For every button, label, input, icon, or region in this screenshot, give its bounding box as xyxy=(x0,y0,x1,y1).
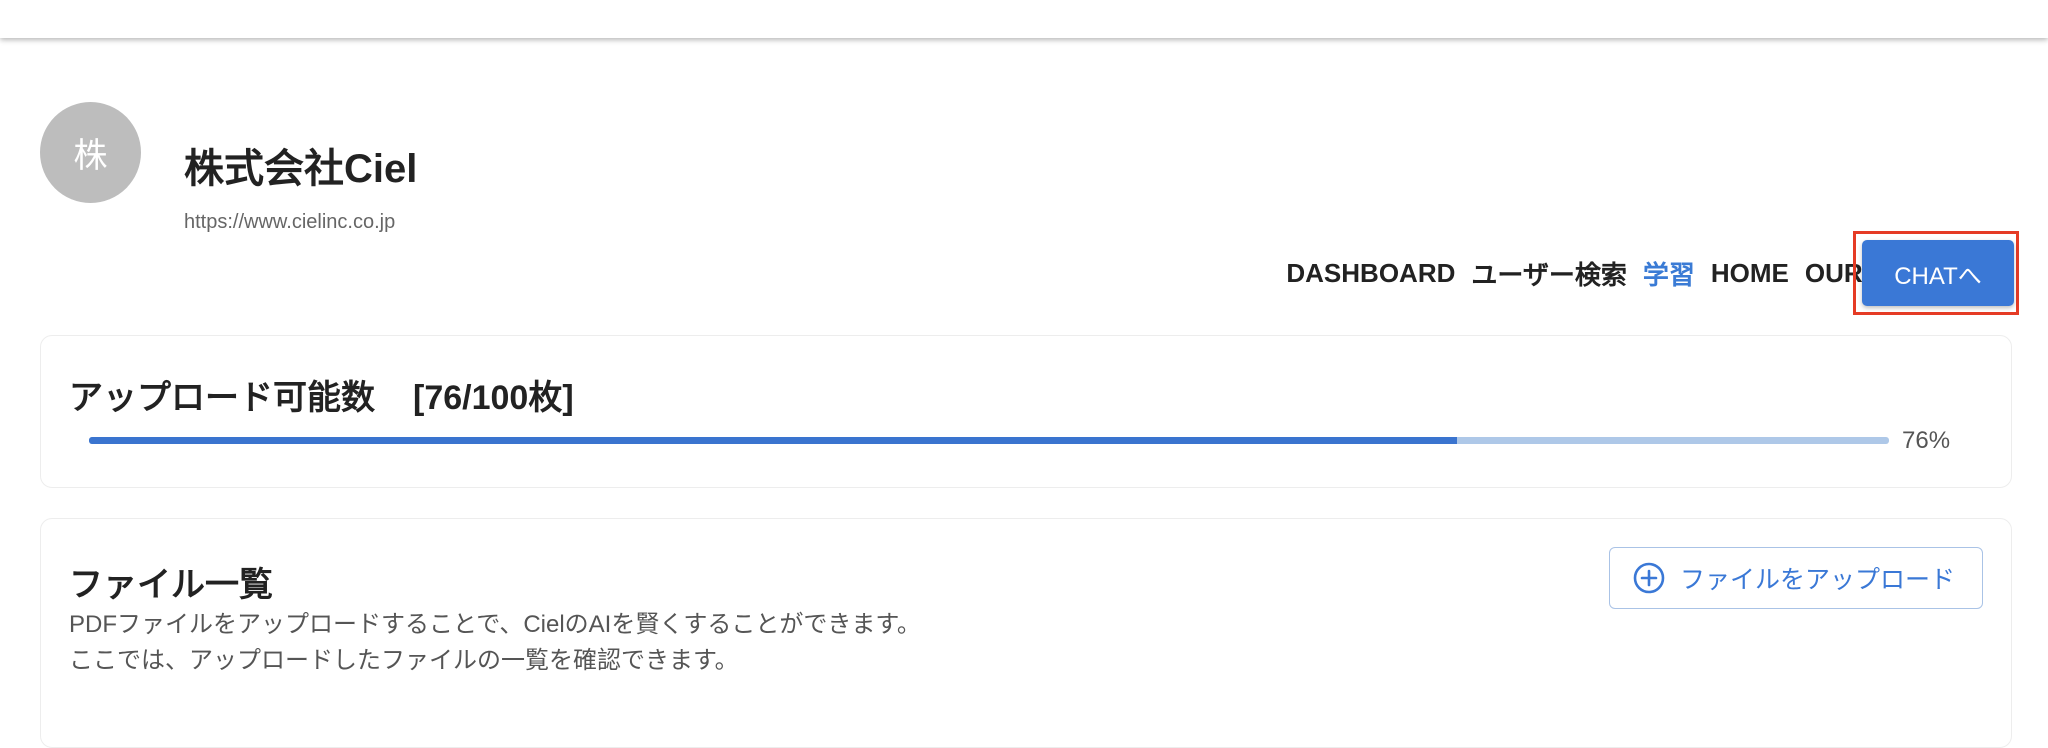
file-list-card: ファイル一覧 PDFファイルをアップロードすることで、CielのAIを賢くするこ… xyxy=(40,518,2012,748)
company-name: 株式会社Ciel xyxy=(184,147,418,191)
nav-item-user-search[interactable]: ユーザー検索 xyxy=(1471,255,1626,292)
upload-progress-bar xyxy=(89,437,1889,444)
upload-progress-label: 76% xyxy=(1902,427,1951,454)
nav-item-learning[interactable]: 学習 xyxy=(1643,255,1695,292)
file-list-description: PDFファイルをアップロードすることで、CielのAIを賢くすることができます。… xyxy=(69,607,921,679)
add-circle-icon xyxy=(1632,561,1666,595)
upload-progress-fill xyxy=(89,437,1457,444)
file-list-title: ファイル一覧 xyxy=(69,566,273,604)
upload-file-button-label: ファイルをアップロード xyxy=(1680,566,1956,594)
file-list-description-line-1: PDFファイルをアップロードすることで、CielのAIを賢くすることができます。 xyxy=(69,611,921,638)
chat-button[interactable]: CHATへ xyxy=(1862,240,2014,306)
nav-item-dashboard[interactable]: DASHBOARD xyxy=(1286,258,1455,289)
top-app-bar xyxy=(0,0,2048,38)
upload-quota-count: [76/100枚] xyxy=(413,379,574,417)
upload-quota-label: アップロード可能数 xyxy=(69,379,375,417)
upload-quota-title: アップロード可能数 [76/100枚] xyxy=(69,370,574,419)
upload-quota-card: アップロード可能数 [76/100枚] 76% xyxy=(40,335,2012,488)
upload-file-button[interactable]: ファイルをアップロード xyxy=(1609,547,1983,609)
nav-item-home[interactable]: HOME xyxy=(1711,258,1789,289)
main-nav: DASHBOARD ユーザー検索 学習 HOME OURS xyxy=(1286,256,1880,290)
file-list-description-line-2: ここでは、アップロードしたファイルの一覧を確認できます。 xyxy=(69,647,739,674)
avatar: 株 xyxy=(40,102,141,203)
company-url: https://www.cielinc.co.jp xyxy=(184,211,396,233)
